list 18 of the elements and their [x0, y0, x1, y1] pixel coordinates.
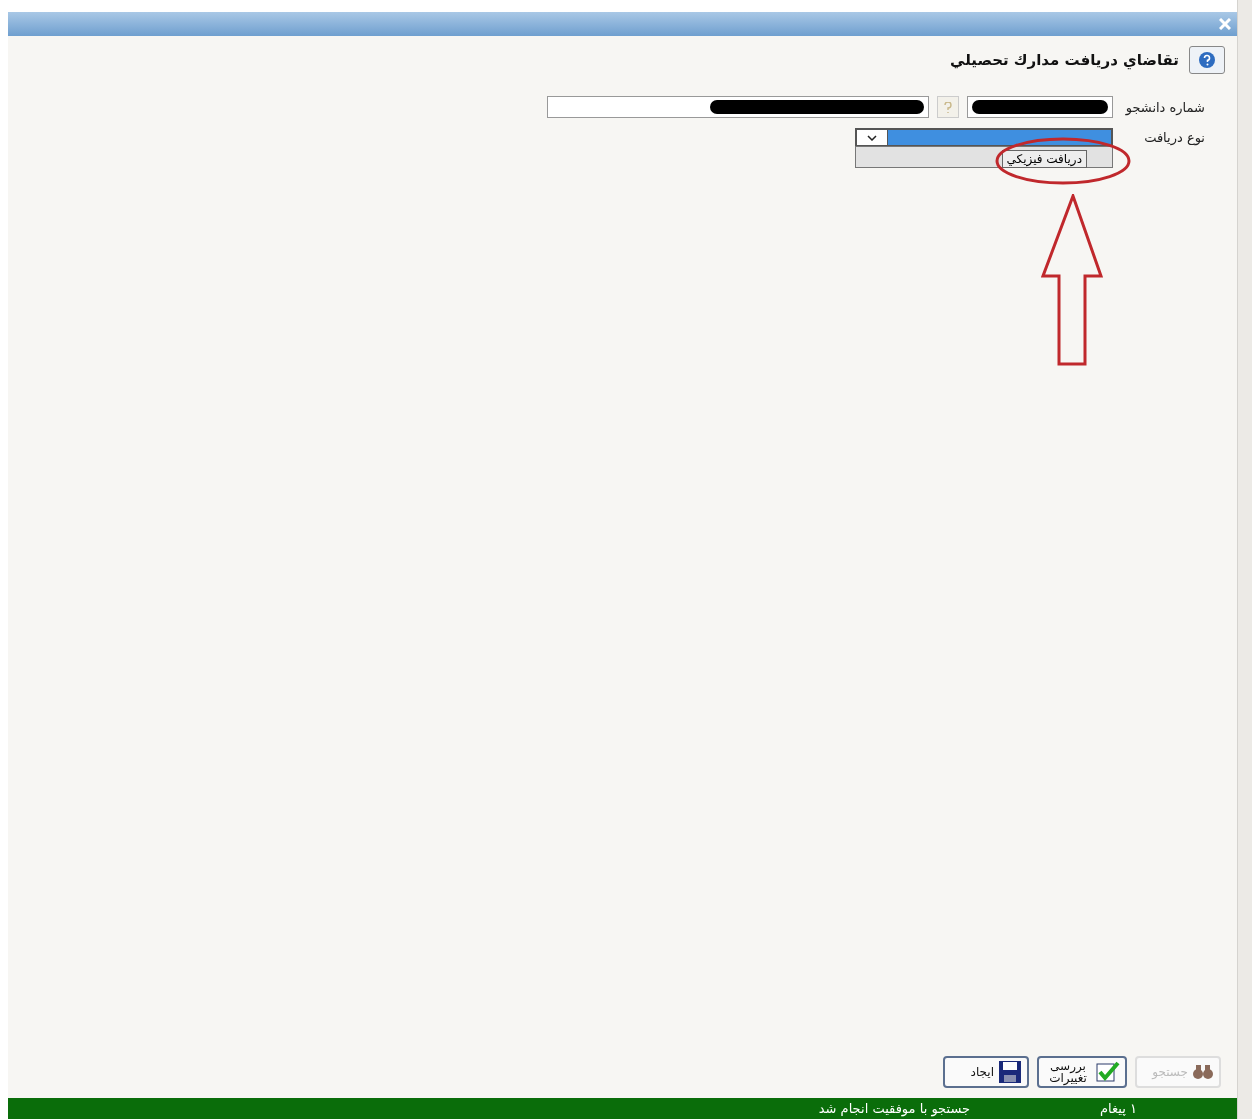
save-button[interactable]: ایجاد	[943, 1056, 1029, 1088]
question-icon	[944, 101, 952, 113]
chevron-down-icon	[867, 134, 877, 141]
binoculars-icon	[1192, 1064, 1214, 1080]
check-icon	[1096, 1061, 1120, 1083]
help-icon	[1198, 51, 1216, 69]
status-message: جستجو با موفقیت انجام شد	[818, 1101, 971, 1116]
field-label: شماره دانشجو	[1124, 99, 1205, 115]
message-count: ۱ پیغام	[1100, 1101, 1137, 1116]
review-button[interactable]: بررسی تغییرات	[1037, 1056, 1127, 1088]
save-icon	[998, 1060, 1022, 1084]
dropdown-option[interactable]: دريافت فيزيكي	[1001, 150, 1087, 168]
window-title: تقاضاي دريافت مدارك تحصيلي	[949, 51, 1179, 69]
field-label: نوع دريافت	[1143, 129, 1205, 145]
help-button[interactable]	[1189, 46, 1225, 74]
dropdown[interactable]	[855, 128, 1113, 146]
input-field[interactable]	[967, 96, 1113, 118]
close-icon[interactable]	[1219, 18, 1231, 30]
